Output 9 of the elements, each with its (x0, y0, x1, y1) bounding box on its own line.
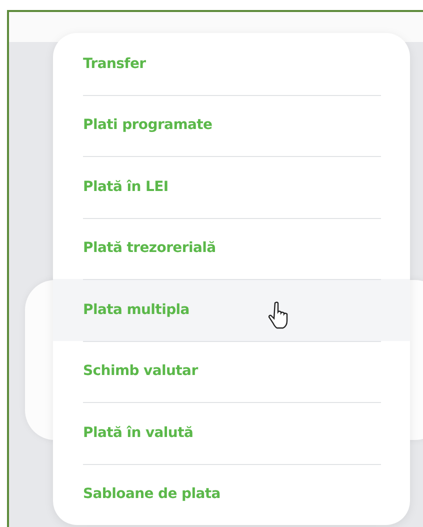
menu-item[interactable]: Plată în valută (53, 402, 410, 464)
menu-item[interactable]: Plata multipla (53, 279, 410, 340)
hand-cursor-icon (268, 301, 290, 329)
menu-item[interactable]: Transfer (53, 33, 410, 94)
menu-item[interactable]: Schimb valutar (53, 340, 410, 402)
menu-item[interactable]: Sabloane de plata (53, 464, 410, 525)
menu-item[interactable]: Plată în LEI (53, 156, 410, 218)
menu-item[interactable]: Plati programate (53, 94, 410, 156)
menu-item[interactable]: Plată trezorerială (53, 218, 410, 279)
